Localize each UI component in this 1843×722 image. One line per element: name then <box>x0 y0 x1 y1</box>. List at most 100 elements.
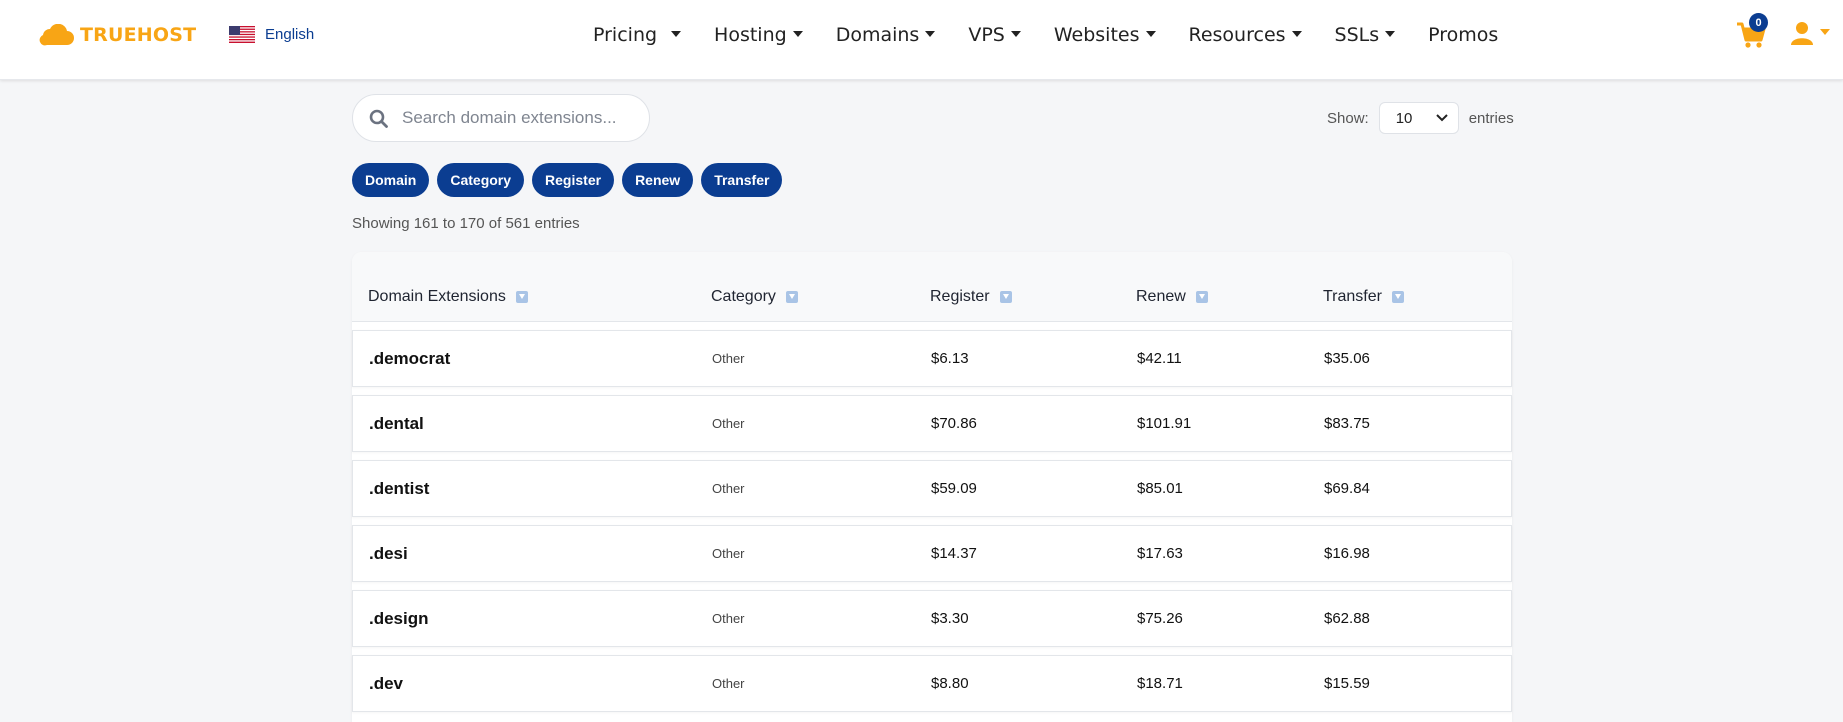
user-icon <box>1791 22 1813 45</box>
category-cell: Other <box>712 416 745 431</box>
table-row[interactable]: .dev Other $8.80 $18.71 $15.59 <box>352 655 1512 712</box>
entries-label: entries <box>1468 109 1514 127</box>
register-price-cell: $8.80 <box>931 675 969 692</box>
sort-icon <box>1195 291 1208 303</box>
category-cell: Other <box>712 546 745 561</box>
renew-price-cell: $85.01 <box>1137 480 1183 497</box>
register-price-cell: $6.13 <box>931 350 969 367</box>
domain-extension-cell: .desi <box>369 543 408 563</box>
caret-down-icon <box>1010 31 1021 37</box>
main-nav: Pricing Hosting Domains VPS Websites Res… <box>593 20 1498 50</box>
renew-price-cell: $17.63 <box>1137 545 1183 562</box>
table-row[interactable]: .design Other $3.30 $75.26 $62.88 <box>352 590 1512 647</box>
sort-icon <box>785 291 798 303</box>
nav-websites[interactable]: Websites <box>1054 24 1156 46</box>
nav-hosting-label: Hosting <box>714 24 787 46</box>
caret-down-icon <box>1385 31 1396 37</box>
table-row[interactable]: .dental Other $70.86 $101.91 $83.75 <box>352 395 1512 452</box>
renew-price-cell: $75.26 <box>1137 610 1183 627</box>
table-row[interactable]: .democrat Other $6.13 $42.11 $35.06 <box>352 330 1512 387</box>
show-label: Show: <box>1327 109 1369 127</box>
table-row[interactable]: .dentist Other $59.09 $85.01 $69.84 <box>352 460 1512 517</box>
category-cell: Other <box>712 611 745 626</box>
column-header-label: Renew <box>1136 288 1186 305</box>
column-header-label: Transfer <box>1323 288 1382 305</box>
transfer-price-cell: $69.84 <box>1324 480 1370 497</box>
sort-icon <box>515 291 528 303</box>
transfer-price-cell: $35.06 <box>1324 350 1370 367</box>
transfer-price-cell: $16.98 <box>1324 545 1370 562</box>
sort-icon <box>1391 291 1404 303</box>
nav-vps-label: VPS <box>968 24 1005 46</box>
entries-summary: Showing 161 to 170 of 561 entries <box>352 215 580 232</box>
nav-ssls-label: SSLs <box>1334 24 1380 46</box>
renew-price-cell: $101.91 <box>1137 415 1192 432</box>
filter-category-button[interactable]: Category <box>437 163 525 197</box>
domain-extension-cell: .democrat <box>369 348 451 368</box>
caret-down-icon <box>792 31 803 37</box>
user-account-menu[interactable] <box>1791 21 1830 45</box>
search-icon <box>369 109 388 128</box>
domain-search-box <box>352 94 650 142</box>
nav-pricing[interactable]: Pricing <box>593 24 682 46</box>
category-cell: Other <box>712 351 745 366</box>
language-selector[interactable]: English <box>229 26 314 43</box>
nav-domains-label: Domains <box>835 24 920 46</box>
caret-down-icon <box>671 31 682 37</box>
column-header-domain-extensions[interactable]: Domain Extensions <box>368 288 528 306</box>
column-header-label: Category <box>711 288 776 305</box>
language-label: English <box>265 26 315 43</box>
table-row[interactable]: .desi Other $14.37 $17.63 $16.98 <box>352 525 1512 582</box>
entries-value: 10 <box>1395 109 1413 127</box>
transfer-price-cell: $62.88 <box>1324 610 1370 627</box>
transfer-price-cell: $83.75 <box>1324 415 1370 432</box>
column-header-label: Register <box>930 288 990 305</box>
nav-pricing-label: Pricing <box>593 24 658 46</box>
nav-vps[interactable]: VPS <box>968 24 1021 46</box>
nav-resources-label: Resources <box>1188 24 1286 46</box>
register-price-cell: $14.37 <box>931 545 977 562</box>
chevron-down-icon <box>1435 114 1448 122</box>
show-entries: Show: 10 entries <box>1327 102 1514 134</box>
nav-hosting[interactable]: Hosting <box>714 24 803 46</box>
filter-transfer-button[interactable]: Transfer <box>701 163 783 197</box>
truehost-logo[interactable]: TRUEHOST <box>38 22 196 48</box>
search-input[interactable] <box>400 107 624 129</box>
filter-register-button[interactable]: Register <box>532 163 615 197</box>
domain-extension-cell: .design <box>369 608 429 628</box>
cart-count-badge: 0 <box>1749 13 1768 32</box>
filter-domain-button[interactable]: Domain <box>352 163 430 197</box>
nav-domains[interactable]: Domains <box>836 24 936 46</box>
domain-extension-cell: .dev <box>369 673 404 693</box>
caret-down-icon <box>925 31 936 37</box>
nav-promos-label: Promos <box>1428 24 1499 46</box>
renew-price-cell: $42.11 <box>1137 350 1182 367</box>
sort-icon <box>999 291 1012 303</box>
column-header-renew[interactable]: Renew <box>1136 288 1208 306</box>
register-price-cell: $70.86 <box>931 415 977 432</box>
column-header-category[interactable]: Category <box>711 288 798 306</box>
column-header-label: Domain Extensions <box>368 288 506 305</box>
nav-promos[interactable]: Promos <box>1428 24 1498 46</box>
brand-name: TRUEHOST <box>80 24 197 46</box>
filter-renew-button[interactable]: Renew <box>622 163 694 197</box>
transfer-price-cell: $15.59 <box>1324 675 1370 692</box>
cloud-icon <box>39 24 74 46</box>
renew-price-cell: $18.71 <box>1137 675 1183 692</box>
table-body: .democrat Other $6.13 $42.11 $35.06 .den… <box>352 330 1512 720</box>
entries-select[interactable]: 10 <box>1378 102 1459 134</box>
nav-ssls[interactable]: SSLs <box>1335 24 1396 46</box>
column-header-transfer[interactable]: Transfer <box>1323 288 1404 306</box>
category-cell: Other <box>712 481 745 496</box>
caret-down-icon <box>1145 31 1156 37</box>
table-header: Domain Extensions Category Register Rene… <box>352 252 1512 322</box>
domain-pricing-table: Domain Extensions Category Register Rene… <box>352 252 1512 722</box>
filter-pills: Domain Category Register Renew Transfer <box>352 163 783 197</box>
nav-resources[interactable]: Resources <box>1189 24 1302 46</box>
category-cell: Other <box>712 676 745 691</box>
caret-down-icon <box>1291 31 1302 37</box>
column-header-register[interactable]: Register <box>930 288 1012 306</box>
domain-extension-cell: .dentist <box>369 478 430 498</box>
top-navbar: TRUEHOST English Pricing Hosting Domains <box>0 0 1843 80</box>
nav-websites-label: Websites <box>1053 24 1140 46</box>
